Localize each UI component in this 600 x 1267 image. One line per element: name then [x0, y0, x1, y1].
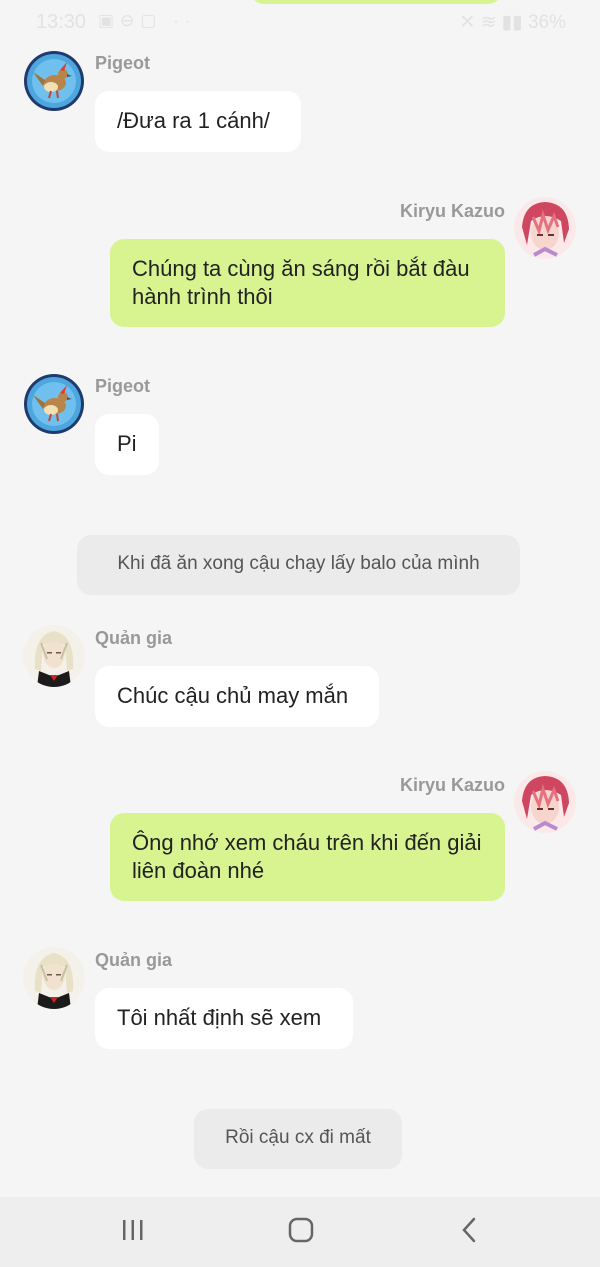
white-haired-butler-icon [23, 625, 85, 687]
navigation-bar [0, 1197, 600, 1267]
notification-icons: ▣⊖▢ ·· [98, 11, 197, 30]
red-haired-boy-icon [514, 771, 576, 833]
kiryu-avatar[interactable] [514, 771, 576, 833]
butler-avatar[interactable] [23, 625, 85, 687]
pigeot-avatar[interactable] [23, 50, 85, 112]
back-button[interactable] [455, 1215, 485, 1250]
battery-level: 36% [527, 12, 566, 33]
home-button[interactable] [286, 1215, 316, 1250]
sender-name: Quản gia [95, 950, 173, 970]
pigeot-bird-icon [24, 374, 84, 434]
narration-bubble: Khi đã ăn xong cậu chạy lấy balo của mìn… [77, 535, 520, 595]
red-haired-boy-icon [514, 197, 576, 259]
status-bar: 13:30 ▣⊖▢ ·· ✕ ≋ ▮▮ 36% [0, 0, 600, 44]
back-icon [462, 1217, 476, 1243]
narration-bubble: Rồi cậu cx đi mất [194, 1109, 402, 1169]
home-icon [288, 1217, 314, 1243]
sender-name: Pigeot [95, 53, 151, 73]
kiryu-avatar[interactable] [514, 197, 576, 259]
message-bubble-outgoing[interactable]: Ông nhớ xem cháu trên khi đến giải liên … [110, 813, 505, 901]
status-right: ✕ ≋ ▮▮ 36% [459, 11, 566, 34]
sender-name: Kiryu Kazuo [399, 201, 505, 221]
previous-message-edge [250, 0, 502, 4]
message-bubble-incoming[interactable]: Tôi nhất định sẽ xem [95, 988, 353, 1049]
recent-apps-icon [123, 1220, 143, 1240]
signal-icon: ✕ ≋ ▮▮ [459, 12, 528, 33]
sender-name: Quản gia [95, 628, 173, 648]
butler-avatar[interactable] [23, 947, 85, 1009]
pigeot-bird-icon [24, 51, 84, 111]
recent-apps-button[interactable] [118, 1215, 148, 1250]
status-time: 13:30 [36, 11, 87, 33]
white-haired-butler-icon [23, 947, 85, 1009]
message-bubble-incoming[interactable]: Chúc cậu chủ may mắn [95, 666, 379, 727]
message-bubble-incoming[interactable]: /Đưa ra 1 cánh/ [95, 91, 301, 152]
message-bubble-incoming[interactable]: Pi [95, 414, 159, 475]
sender-name: Kiryu Kazuo [399, 775, 505, 795]
message-bubble-outgoing[interactable]: Chúng ta cùng ăn sáng rồi bắt đàu hành t… [110, 239, 505, 327]
pigeot-avatar[interactable] [23, 373, 85, 435]
sender-name: Pigeot [95, 376, 151, 396]
